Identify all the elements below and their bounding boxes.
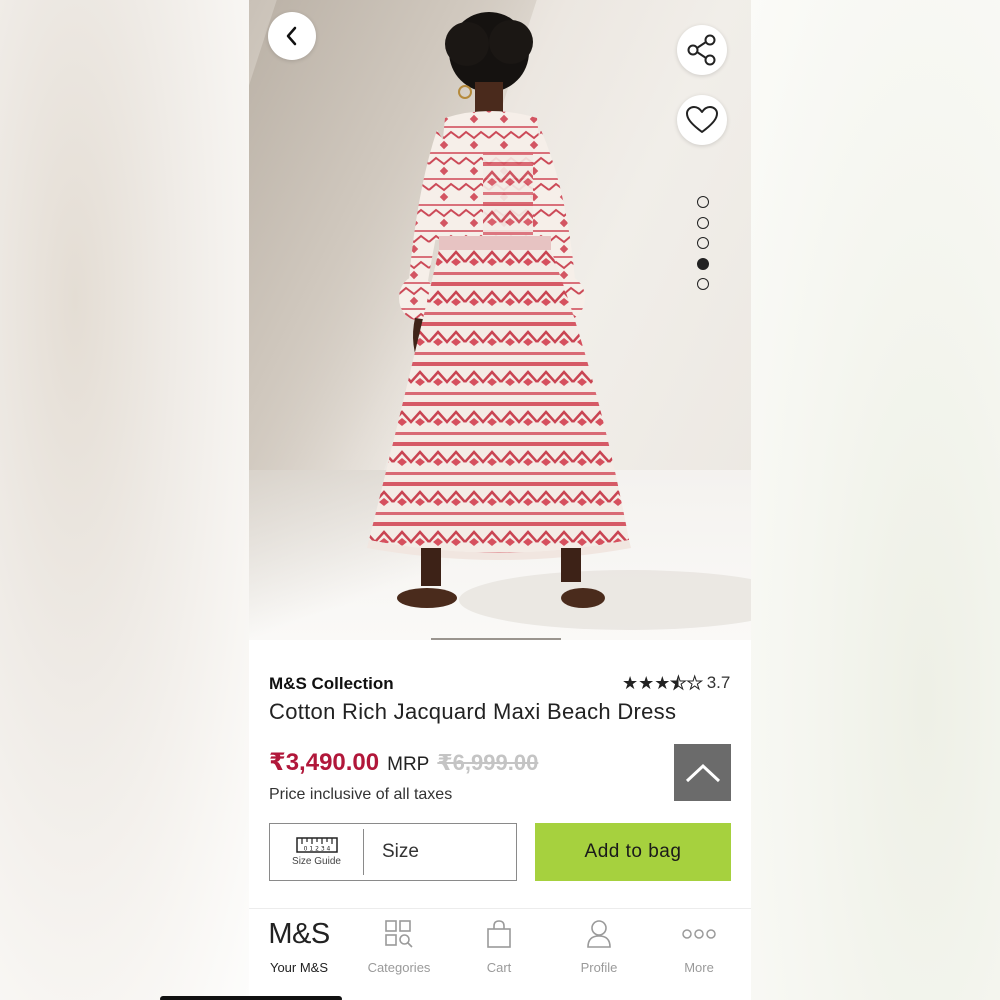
nav-label-cart: Cart <box>486 960 512 975</box>
backdrop-right <box>750 0 1000 1000</box>
backdrop-left <box>0 0 250 1000</box>
nav-label-your-ms: Your M&S <box>269 960 329 975</box>
pager-dot[interactable] <box>697 216 709 229</box>
sale-price: ₹3,490.00 <box>269 749 380 776</box>
nav-your-ms[interactable]: M&S Your M&S <box>249 909 349 1000</box>
product-title: Cotton Rich Jacquard Maxi Beach Dress <box>269 699 677 724</box>
nav-more[interactable]: More <box>649 909 749 1000</box>
chevron-up-icon <box>685 763 720 782</box>
scroll-to-top-button[interactable] <box>674 744 731 801</box>
share-icon <box>687 34 716 66</box>
bottom-nav: M&S Your M&S Categories Cart Profile Mor… <box>249 908 751 1000</box>
categories-icon <box>385 920 413 948</box>
nav-label-categories: Categories <box>367 960 431 975</box>
star-icon: ★ <box>638 673 655 693</box>
image-pager <box>697 196 711 299</box>
pager-dot[interactable] <box>697 278 709 290</box>
pager-dot[interactable] <box>697 196 709 208</box>
wishlist-button[interactable] <box>677 95 727 145</box>
ruler-icon: 0 1 2 3 4 <box>295 837 338 853</box>
app-screen: M&S Collection ★ ★ ★ ★ ★ 3.7 Cotton Rich Jac… <box>249 0 751 1000</box>
size-selector[interactable]: 0 1 2 3 4 Size Guide Size <box>269 823 517 881</box>
star-icon: ★ <box>622 673 639 693</box>
price-row: ₹3,490.00 MRP ₹6,999.00 <box>269 748 538 777</box>
nav-profile[interactable]: Profile <box>549 909 649 1000</box>
star-icon: ★ <box>686 673 703 694</box>
chevron-left-icon <box>286 26 297 46</box>
more-icon <box>682 929 716 939</box>
star-icon: ★ <box>654 673 671 693</box>
nav-categories[interactable]: Categories <box>349 909 449 1000</box>
pager-dot[interactable] <box>697 237 709 249</box>
product-details: M&S Collection ★ ★ ★ ★ ★ 3.7 Cotton Rich Jac… <box>249 640 751 910</box>
mrp-label: MRP <box>387 754 430 775</box>
nav-label-more: More <box>684 960 714 975</box>
rating-value: 3.7 <box>706 673 731 692</box>
add-to-bag-button[interactable]: Add to bag <box>535 823 731 881</box>
mrp-price: ₹6,999.00 <box>437 750 539 775</box>
size-label: Size <box>382 841 419 862</box>
share-button[interactable] <box>677 25 727 75</box>
brand-name: M&S Collection <box>269 674 394 693</box>
ruler-digits: 0 1 2 3 4 <box>303 846 330 853</box>
ms-logo-text: M&S <box>268 917 330 950</box>
rating[interactable]: ★ ★ ★ ★ ★ 3.7 <box>622 673 731 694</box>
rating-stars: ★ ★ ★ ★ ★ <box>622 673 703 694</box>
star-icon: ★ <box>670 673 687 694</box>
size-guide-button[interactable]: 0 1 2 3 4 Size Guide <box>270 829 364 875</box>
back-button[interactable] <box>268 12 316 60</box>
nav-cart[interactable]: Cart <box>449 909 549 1000</box>
heart-icon <box>686 106 718 133</box>
size-guide-label: Size Guide <box>292 856 341 867</box>
cart-icon <box>487 920 511 948</box>
product-image[interactable] <box>249 0 751 640</box>
home-indicator <box>160 996 342 1000</box>
tax-note: Price inclusive of all taxes <box>269 786 453 803</box>
profile-icon <box>587 920 611 948</box>
model-in-dress-image <box>367 12 751 630</box>
ms-logo-icon: M&S <box>268 917 330 951</box>
pager-dot[interactable] <box>697 257 709 270</box>
nav-label-profile: Profile <box>580 960 618 975</box>
